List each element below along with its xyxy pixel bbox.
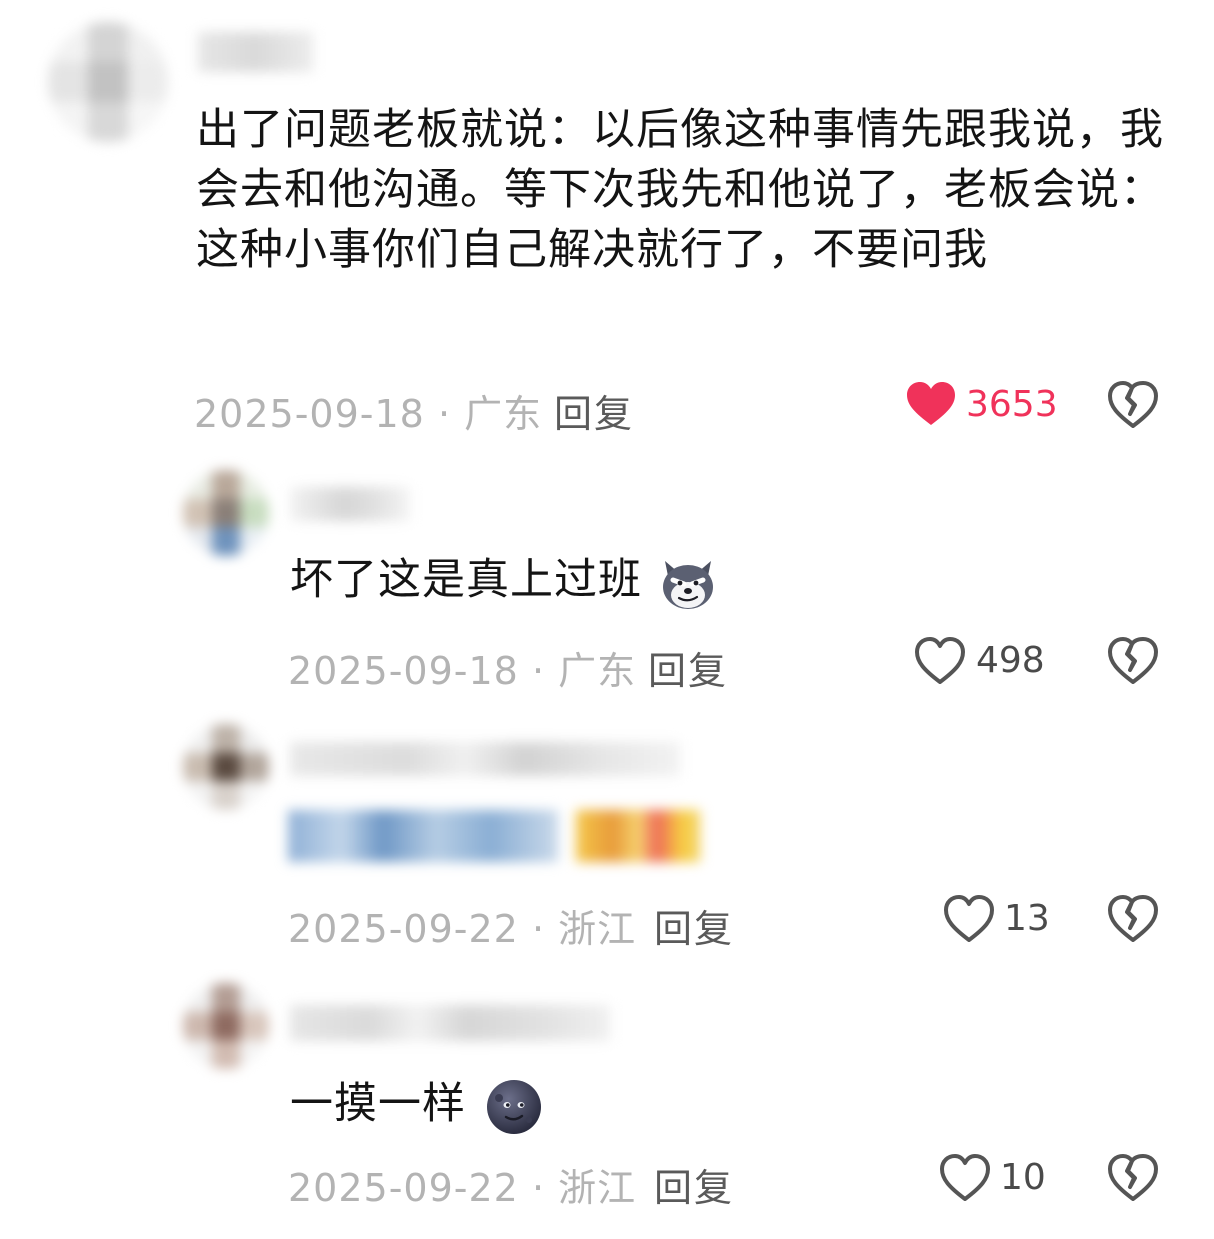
like-count: 10 (1000, 1157, 1046, 1198)
avatar[interactable] (48, 22, 168, 142)
avatar[interactable] (183, 470, 269, 556)
broken-heart-icon[interactable] (1107, 1154, 1159, 1202)
reply-row: 一摸一样 (290, 1074, 543, 1136)
like-button[interactable] (939, 1154, 991, 1206)
username[interactable] (290, 1005, 610, 1041)
emoji (576, 810, 700, 862)
username[interactable] (198, 32, 313, 72)
like-button[interactable] (905, 381, 957, 427)
reply-button[interactable]: 回复 (648, 640, 728, 695)
reply-button[interactable]: 回复 (654, 1157, 734, 1212)
comment-date: 2025-09-18 (194, 392, 425, 436)
comment-location: 广东 (464, 392, 543, 436)
like-button[interactable] (943, 895, 995, 947)
comment-date: 2025-09-22 (288, 1166, 519, 1210)
comment-meta: 2025-09-22 · 浙江 (288, 1157, 636, 1212)
comment-meta: 2025-09-18 · 广东 (288, 640, 636, 695)
broken-heart-icon[interactable] (1107, 381, 1159, 429)
heart-icon (939, 1154, 991, 1202)
reply-button[interactable]: 回复 (654, 898, 734, 953)
comment-text: 坏了这是真上过班 (290, 555, 642, 605)
avatar[interactable] (183, 983, 269, 1069)
new-moon-face-emoji (485, 1078, 543, 1136)
broken-heart-icon[interactable] (1107, 637, 1159, 685)
heart-icon (914, 637, 966, 685)
comment-location: 浙江 (558, 1166, 637, 1210)
heart-icon (943, 895, 995, 943)
comment-location: 广东 (558, 649, 637, 693)
meta-dot: · (531, 649, 546, 693)
username[interactable] (290, 487, 410, 521)
comment-text (288, 810, 558, 862)
wolf-face-emoji (659, 555, 717, 611)
reply-row: 坏了这是真上过班 (290, 550, 717, 611)
comment-date: 2025-09-18 (288, 649, 519, 693)
comment-text: 一摸一样 (290, 1079, 466, 1129)
reply-button[interactable]: 回复 (554, 383, 634, 438)
meta-dot: · (531, 907, 546, 951)
like-button[interactable] (914, 637, 966, 689)
heart-icon (905, 381, 957, 427)
comment-date: 2025-09-22 (288, 907, 519, 951)
comment-meta: 2025-09-22 · 浙江 (288, 898, 636, 953)
username[interactable] (290, 742, 680, 776)
meta-dot: · (437, 392, 452, 436)
like-count: 3653 (966, 384, 1058, 425)
avatar[interactable] (183, 724, 269, 810)
broken-heart-icon[interactable] (1107, 895, 1159, 943)
like-count: 13 (1004, 898, 1050, 939)
comment-location: 浙江 (558, 907, 637, 951)
comment-meta: 2025-09-18 · 广东 (194, 383, 542, 438)
comment-text: 出了问题老板就说：以后像这种事情先跟我说，我会去和他沟通。等下次我先和他说了，老… (196, 105, 1164, 275)
like-count: 498 (976, 640, 1045, 681)
meta-dot: · (531, 1166, 546, 1210)
